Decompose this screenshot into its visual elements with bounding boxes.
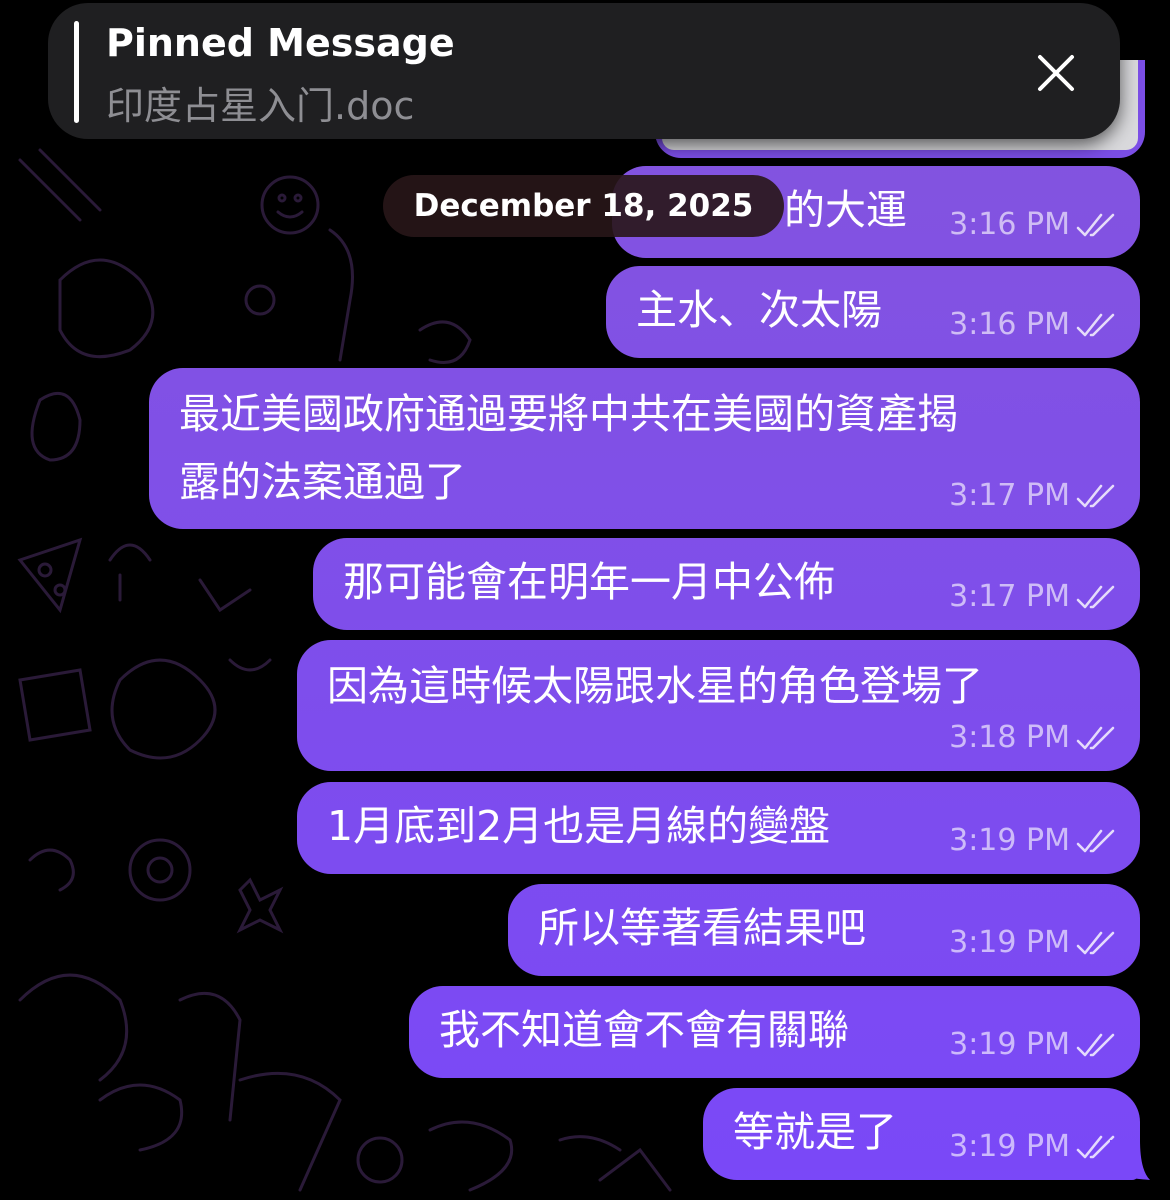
message-time: 3:19 PM (949, 925, 1070, 960)
message-text: 的大運 (784, 186, 907, 234)
message-meta: 3:19 PM (949, 824, 1116, 858)
bubble-tail (1110, 1140, 1150, 1180)
message-text: 我不知道會不會有關聯 (439, 1006, 849, 1054)
message-meta: 3:19 PM (949, 1130, 1116, 1164)
message-text: 等就是了 (733, 1108, 897, 1156)
pinned-accent-bar (74, 21, 79, 123)
message-time: 3:17 PM (949, 579, 1070, 614)
double-check-icon (1076, 726, 1115, 750)
message-text: 主水、次太陽 (636, 286, 882, 334)
message-meta: 3:16 PM (949, 308, 1116, 342)
message-time: 3:16 PM (949, 207, 1070, 242)
message-time: 3:18 PM (949, 720, 1070, 755)
double-check-icon (1076, 313, 1115, 337)
message-bubble[interactable]: 1月底到2月也是月線的變盤 3:19 PM (297, 782, 1140, 874)
message-meta: 3:16 PM (949, 208, 1116, 242)
message-bubble[interactable]: 我不知道會不會有關聯 3:19 PM (409, 986, 1140, 1078)
message-bubble[interactable]: 因為這時候太陽跟水星的角色登場了 3:18 PM (297, 640, 1140, 771)
message-text-line: 露的法案通過了 (179, 458, 466, 506)
message-time: 3:19 PM (949, 823, 1070, 858)
double-check-icon (1076, 829, 1115, 853)
pinned-message-banner[interactable]: Pinned Message 印度占星入门.doc (48, 3, 1120, 139)
message-meta: 3:17 PM (949, 580, 1116, 614)
pinned-subtitle: 印度占星入门.doc (106, 84, 415, 128)
message-meta: 3:17 PM (949, 479, 1116, 513)
double-check-icon (1076, 585, 1115, 609)
double-check-icon (1076, 1033, 1115, 1057)
message-text: 那可能會在明年一月中公佈 (343, 558, 835, 606)
message-meta: 3:19 PM (949, 926, 1116, 960)
message-time: 3:19 PM (949, 1129, 1070, 1164)
message-text: 1月底到2月也是月線的變盤 (327, 802, 831, 850)
message-meta: 3:18 PM (949, 721, 1116, 755)
message-text: 因為這時候太陽跟水星的角色登場了 (327, 662, 983, 710)
date-separator: December 18, 2025 (383, 175, 784, 237)
message-bubble[interactable]: 最近美國政府通過要將中共在美國的資產揭 露的法案通過了 3:17 PM (149, 368, 1140, 529)
message-text-line: 最近美國政府通過要將中共在美國的資產揭 (179, 390, 958, 438)
message-time: 3:19 PM (949, 1027, 1070, 1062)
double-check-icon (1076, 484, 1115, 508)
message-time: 3:17 PM (949, 478, 1070, 513)
message-bubble[interactable]: 所以等著看結果吧 3:19 PM (508, 884, 1140, 976)
message-bubble[interactable]: 主水、次太陽 3:16 PM (606, 266, 1140, 358)
message-text: 所以等著看結果吧 (538, 904, 866, 952)
message-meta: 3:19 PM (949, 1028, 1116, 1062)
double-check-icon (1076, 931, 1115, 955)
pinned-title: Pinned Message (106, 21, 455, 65)
message-bubble[interactable]: 那可能會在明年一月中公佈 3:17 PM (313, 538, 1140, 630)
message-bubble[interactable]: 等就是了 3:19 PM (703, 1088, 1140, 1180)
double-check-icon (1076, 213, 1115, 237)
message-time: 3:16 PM (949, 307, 1070, 342)
close-icon[interactable] (1036, 53, 1076, 93)
